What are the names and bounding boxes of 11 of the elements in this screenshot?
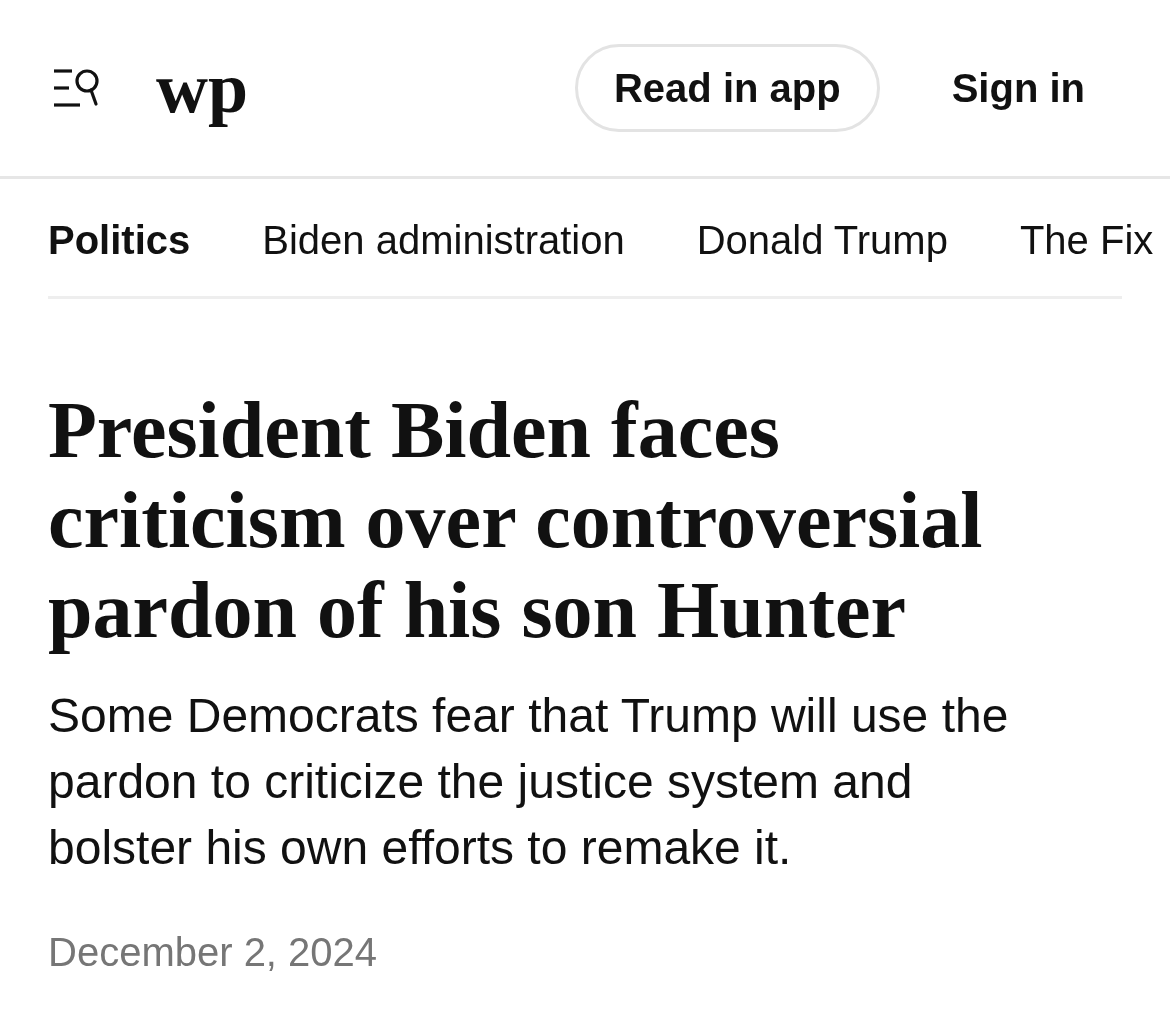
menu-search-icon bbox=[54, 68, 100, 108]
read-in-app-button[interactable]: Read in app bbox=[574, 44, 880, 132]
menu-search-button[interactable] bbox=[52, 66, 102, 110]
section-tab[interactable]: Biden administration bbox=[262, 217, 625, 263]
section-tab[interactable]: The Fix bbox=[1019, 217, 1154, 263]
publish-date: December 2, 2024 bbox=[48, 929, 378, 976]
section-tab[interactable]: Politics bbox=[48, 217, 191, 263]
article-summary: Some Democrats fear that Trump will use the pardon to criticize the justice system and bolster his own efforts to remake it. bbox=[48, 688, 1010, 876]
logo[interactable]: wp bbox=[154, 42, 251, 134]
headline: President Biden faces criticism over controversial pardon of his son Hunter bbox=[48, 385, 984, 655]
section-tab[interactable]: Donald Trump bbox=[696, 217, 948, 263]
